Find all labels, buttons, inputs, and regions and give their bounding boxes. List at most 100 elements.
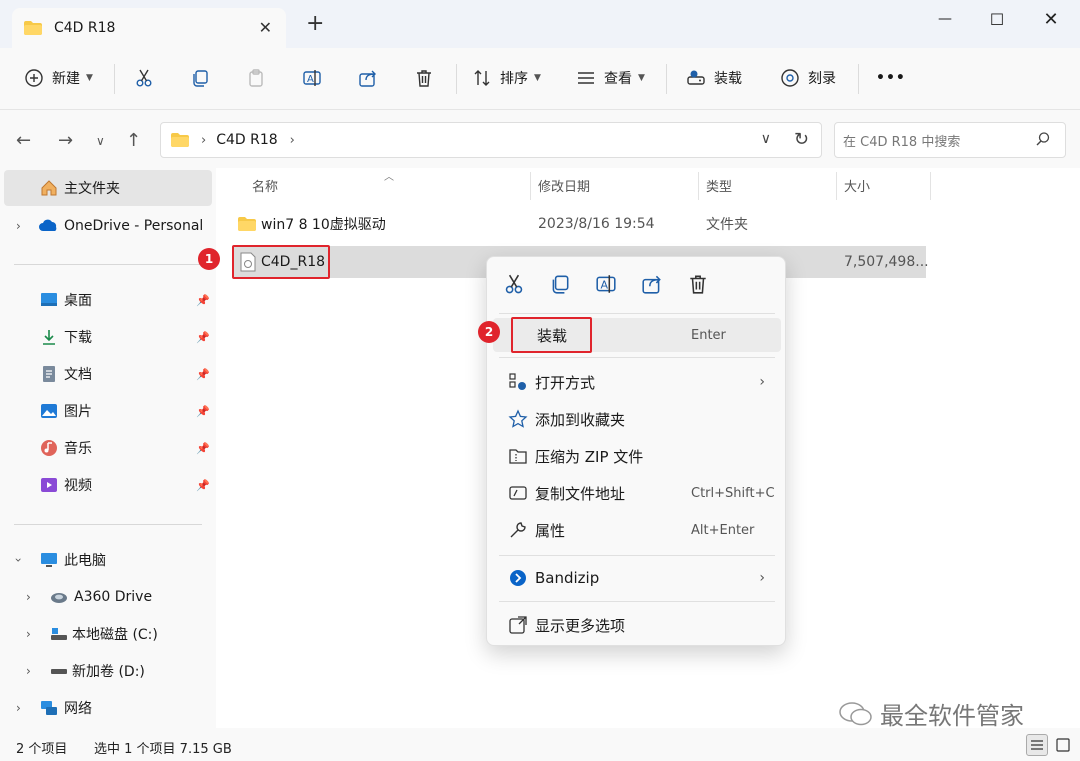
new-button[interactable]: 新建 ▼ — [24, 60, 93, 96]
column-divider[interactable] — [930, 172, 931, 200]
sidebar-item-onedrive[interactable]: › OneDrive - Personal — [0, 208, 212, 244]
menu-item-shortcut: Ctrl+Shift+C — [691, 485, 775, 501]
copy-icon[interactable] — [549, 273, 571, 295]
pin-icon[interactable]: 📌 — [196, 368, 210, 381]
copy-path-icon — [507, 482, 529, 504]
table-row[interactable]: win7 8 10虚拟驱动 2023/8/16 19:54 文件夹 — [232, 208, 926, 240]
breadcrumb-c4d-r18[interactable]: C4D R18 — [216, 132, 277, 148]
scissors-icon[interactable] — [503, 273, 525, 295]
file-modified: 2023/8/16 19:54 — [538, 216, 655, 232]
mount-button[interactable]: 装载 — [686, 60, 742, 96]
sidebar-item-this-pc[interactable]: › 此电脑 — [0, 542, 212, 578]
search-input[interactable]: 在 C4D R18 中搜索 — [834, 122, 1066, 158]
sidebar-item-network[interactable]: › 网络 — [0, 690, 212, 726]
chevron-right-icon[interactable]: › — [16, 219, 21, 233]
more-options-button[interactable]: ••• — [876, 60, 906, 96]
address-bar[interactable]: › C4D R18 › ∨ ↻ — [160, 122, 822, 158]
menu-divider — [499, 357, 775, 358]
tab-c4d-r18[interactable]: C4D R18 ✕ — [12, 8, 286, 48]
rename-button[interactable]: A — [302, 60, 322, 96]
chevron-right-icon[interactable]: › — [26, 590, 31, 604]
menu-item-add-favorites[interactable]: 添加到收藏夹 — [493, 402, 781, 436]
pin-icon[interactable]: 📌 — [196, 405, 210, 418]
chevron-right-icon[interactable]: › — [26, 627, 31, 641]
recent-locations-chevron-icon[interactable]: ∨ — [96, 134, 105, 148]
context-menu-quick-actions: A — [487, 257, 787, 313]
close-window-button[interactable]: ✕ — [1026, 6, 1076, 32]
details-view-button[interactable] — [1026, 734, 1048, 756]
menu-item-copy-path[interactable]: 复制文件地址 Ctrl+Shift+C — [493, 476, 781, 510]
sidebar-item-new-volume-d[interactable]: › 新加卷 (D:) — [0, 653, 212, 689]
sidebar-item-local-disk-c[interactable]: › 本地磁盘 (C:) — [0, 616, 212, 652]
chevron-right-icon: › — [759, 570, 765, 586]
pin-icon[interactable]: 📌 — [196, 331, 210, 344]
column-header-modified[interactable]: 修改日期 — [538, 176, 590, 195]
column-header-type[interactable]: 类型 — [706, 176, 732, 195]
star-icon — [507, 408, 529, 430]
maximize-button[interactable]: ☐ — [972, 6, 1022, 32]
column-divider[interactable] — [698, 172, 699, 200]
paste-button[interactable] — [246, 60, 266, 96]
status-bar: 2 个项目 选中 1 个项目 7.15 GB — [0, 728, 1080, 761]
chevron-right-icon[interactable]: › — [290, 133, 295, 148]
pin-icon[interactable]: 📌 — [196, 294, 210, 307]
column-header-name[interactable]: 名称 — [252, 176, 278, 195]
menu-item-open-with[interactable]: 打开方式 › — [493, 365, 781, 399]
rename-icon[interactable]: A — [595, 273, 617, 295]
chevron-down-icon[interactable]: › — [11, 558, 25, 563]
column-divider[interactable] — [836, 172, 837, 200]
burn-button[interactable]: 刻录 — [780, 60, 836, 96]
menu-item-show-more-options[interactable]: 显示更多选项 — [493, 608, 781, 642]
sidebar-item-desktop[interactable]: 桌面 📌 — [0, 282, 212, 318]
sidebar-item-home[interactable]: 主文件夹 — [4, 170, 212, 206]
tab-close-button[interactable]: ✕ — [259, 18, 272, 37]
up-arrow-icon[interactable]: ↑ — [126, 130, 141, 151]
step-badge-2: 2 — [478, 321, 500, 343]
refresh-icon[interactable]: ↻ — [794, 129, 809, 150]
column-divider[interactable] — [530, 172, 531, 200]
sort-button[interactable]: 排序 ▼ — [472, 60, 541, 96]
column-header-size[interactable]: 大小 — [844, 176, 870, 195]
pin-icon[interactable]: 📌 — [196, 442, 210, 455]
delete-button[interactable] — [414, 60, 434, 96]
copy-button[interactable] — [190, 60, 210, 96]
menu-item-properties[interactable]: 属性 Alt+Enter — [493, 513, 781, 547]
menu-item-shortcut: Alt+Enter — [691, 522, 755, 538]
share-icon[interactable] — [641, 273, 663, 295]
back-arrow-icon[interactable]: ← — [16, 130, 31, 151]
new-tab-button[interactable]: + — [306, 13, 324, 35]
view-button[interactable]: 查看 ▼ — [576, 60, 645, 96]
music-icon — [41, 440, 57, 456]
navigation-pane: 主文件夹 › OneDrive - Personal 桌面 📌 下载 📌 文档 … — [0, 168, 216, 728]
clipboard-icon — [249, 69, 263, 87]
pin-icon[interactable]: 📌 — [196, 479, 210, 492]
selection-info: 选中 1 个项目 7.15 GB — [94, 742, 232, 757]
sidebar-item-music[interactable]: 音乐 📌 — [0, 430, 212, 466]
minimize-button[interactable]: — — [920, 6, 970, 32]
home-icon — [41, 180, 57, 196]
sidebar-item-videos[interactable]: 视频 📌 — [0, 467, 212, 503]
chevron-right-icon[interactable]: › — [16, 701, 21, 715]
trash-icon[interactable] — [687, 273, 709, 295]
address-dropdown-icon[interactable]: ∨ — [761, 131, 771, 147]
tab-title: C4D R18 — [54, 20, 116, 36]
chevron-right-icon[interactable]: › — [26, 664, 31, 678]
wrench-icon — [507, 519, 529, 541]
sidebar-item-pictures[interactable]: 图片 📌 — [0, 393, 212, 429]
menu-item-bandizip[interactable]: Bandizip › — [493, 561, 781, 595]
sidebar-item-downloads[interactable]: 下载 📌 — [0, 319, 212, 355]
cut-button[interactable] — [134, 60, 154, 96]
share-button[interactable] — [358, 60, 378, 96]
command-bar: 新建 ▼ A 排序 ▼ 查看 ▼ 装载 刻录 ••• — [0, 48, 1080, 110]
sidebar-item-documents[interactable]: 文档 📌 — [0, 356, 212, 392]
sidebar-item-label: 本地磁盘 (C:) — [72, 627, 158, 643]
add-circle-icon — [25, 69, 43, 87]
svg-text:A: A — [601, 278, 609, 291]
forward-arrow-icon[interactable]: → — [58, 130, 73, 151]
tiles-view-button[interactable] — [1052, 734, 1074, 756]
menu-item-compress-zip[interactable]: 压缩为 ZIP 文件 — [493, 439, 781, 473]
sidebar-item-a360-drive[interactable]: › A360 Drive — [0, 579, 212, 615]
folder-icon — [238, 217, 256, 231]
file-name: win7 8 10虚拟驱动 — [261, 217, 386, 233]
more-icon: ••• — [876, 70, 906, 86]
